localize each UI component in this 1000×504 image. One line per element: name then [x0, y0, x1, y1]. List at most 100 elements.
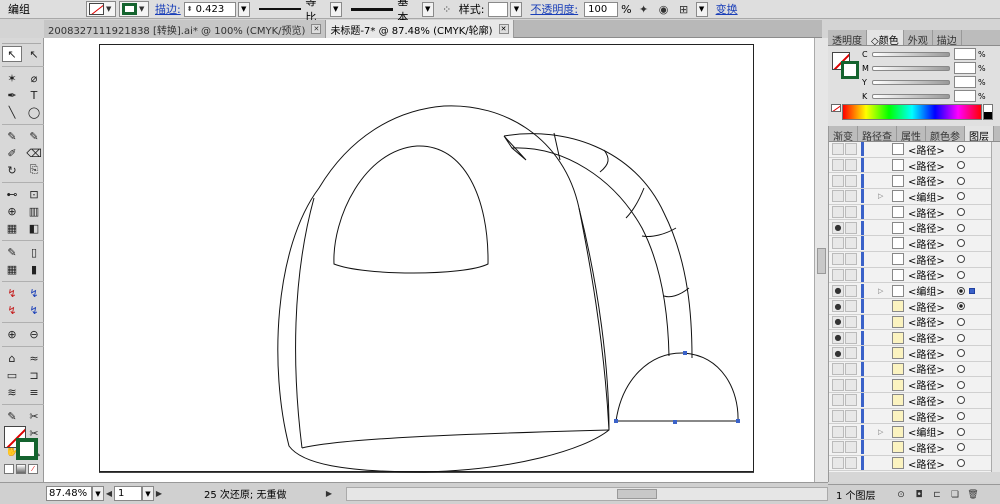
align-icon[interactable]: ⊞ [676, 2, 692, 17]
graphic-style-swatch[interactable] [488, 1, 509, 17]
tool-button[interactable]: ⊕ [2, 326, 22, 342]
lock-toggle[interactable] [845, 394, 857, 407]
tool-button[interactable]: ▯ [24, 244, 44, 260]
visibility-toggle[interactable] [832, 362, 844, 375]
profile-dropdown[interactable]: ▼ [329, 1, 342, 17]
expand-triangle-icon[interactable]: ▷ [878, 428, 888, 436]
target-circle-icon[interactable] [957, 161, 965, 170]
scroll-thumb[interactable] [617, 488, 657, 499]
lock-toggle[interactable] [845, 206, 857, 219]
document-tab-1[interactable]: 2008327111921838 [转换].ai* @ 100% (CMYK/预… [44, 20, 327, 38]
new-sublayer-icon[interactable]: ⊏ [930, 488, 944, 502]
close-icon[interactable]: ✕ [498, 24, 509, 34]
lock-toggle[interactable] [845, 143, 857, 156]
layer-row[interactable]: ● <路径> [829, 314, 991, 331]
recolor-icon[interactable]: ✦ [636, 2, 652, 17]
tool-button[interactable]: ⊡ [24, 186, 44, 202]
fill-stroke-widget[interactable] [4, 426, 40, 460]
align-dropdown[interactable]: ▼ [695, 1, 708, 17]
visibility-toggle[interactable] [832, 441, 844, 454]
tool-button[interactable]: ▥ [24, 203, 44, 219]
anchor-point[interactable] [683, 351, 687, 355]
layer-row[interactable]: <路径> [829, 440, 991, 456]
tool-button[interactable]: ▮ [24, 261, 44, 277]
tool-button[interactable]: ↻ [2, 162, 22, 178]
target-circle-icon[interactable] [957, 286, 965, 295]
lock-toggle[interactable] [845, 347, 857, 360]
lock-toggle[interactable] [845, 457, 857, 470]
target-circle-icon[interactable] [957, 380, 965, 389]
layer-row[interactable]: <路径> [829, 205, 991, 221]
visibility-toggle[interactable] [832, 174, 844, 187]
lock-toggle[interactable] [845, 441, 857, 454]
layer-row[interactable]: ● <路径> [829, 346, 991, 362]
tool-button[interactable]: ⌫ [24, 145, 44, 161]
delete-icon[interactable]: 🗑 [966, 488, 980, 502]
tab-appearance[interactable]: 外观 [904, 30, 933, 47]
visibility-toggle[interactable] [832, 143, 844, 156]
visibility-toggle[interactable] [832, 457, 844, 470]
lock-toggle[interactable] [845, 331, 857, 344]
tool-button[interactable]: ◯ [24, 104, 44, 120]
target-circle-icon[interactable] [957, 333, 965, 342]
tool-button[interactable]: ✶ [2, 70, 22, 86]
stroke-color-button[interactable]: ▼ [119, 1, 149, 17]
stroke-green-icon[interactable] [841, 61, 859, 79]
first-page-icon[interactable]: ◀ [104, 486, 114, 501]
tool-button[interactable]: ↖ [2, 46, 22, 62]
layer-row[interactable]: <路径> [829, 267, 991, 284]
color-spectrum[interactable] [842, 104, 982, 120]
lock-toggle[interactable] [845, 284, 857, 297]
none-color-icon[interactable] [831, 104, 841, 112]
color-icon[interactable] [4, 464, 14, 474]
layer-row[interactable]: <路径> [829, 158, 991, 174]
visibility-toggle[interactable] [832, 410, 844, 423]
tool-button[interactable]: ✎ [24, 128, 44, 144]
opacity-link[interactable]: 不透明度: [530, 1, 578, 17]
tool-button[interactable]: ⊕ [2, 203, 22, 219]
visibility-toggle[interactable] [832, 378, 844, 391]
lock-toggle[interactable] [845, 159, 857, 172]
zoom-field[interactable]: 87.48% [46, 486, 92, 501]
status-menu-icon[interactable]: ▶ [324, 486, 334, 501]
transform-link[interactable]: 变换 [716, 1, 738, 17]
stroke-weight-dropdown[interactable]: ▼ [237, 1, 250, 17]
brush-dropdown[interactable]: ▼ [421, 1, 434, 17]
gradient-icon[interactable] [16, 464, 26, 474]
tool-button[interactable]: ⌂ [2, 350, 22, 366]
none-icon[interactable]: ⁄ [28, 464, 38, 474]
eye-icon[interactable]: ● [832, 284, 844, 297]
spinner-icon[interactable]: ⬍ [187, 5, 193, 13]
black-slider[interactable] [872, 93, 950, 99]
brush-definition[interactable]: 基本 [347, 0, 419, 24]
eye-icon[interactable]: ● [832, 300, 844, 313]
visibility-toggle[interactable] [832, 394, 844, 407]
clipping-mask-icon[interactable]: ◘ [912, 488, 926, 502]
layer-row[interactable]: ● <路径> [829, 299, 991, 315]
target-circle-icon[interactable] [957, 223, 965, 232]
cyan-value[interactable] [954, 48, 976, 60]
tool-button[interactable]: ↖ [24, 46, 44, 62]
tool-button[interactable]: ⊷ [2, 186, 22, 202]
fill-color-button[interactable]: ▼ [86, 1, 116, 17]
layer-row[interactable]: <路径> [829, 377, 991, 393]
lock-toggle[interactable] [845, 237, 857, 250]
scroll-thumb[interactable] [817, 248, 826, 274]
eye-icon[interactable]: ● [832, 331, 844, 344]
magenta-value[interactable] [954, 62, 976, 74]
tool-button[interactable]: ↯ [2, 302, 22, 318]
target-circle-icon[interactable] [957, 270, 965, 279]
visibility-toggle[interactable] [832, 425, 844, 438]
stroke-green-icon[interactable] [16, 438, 38, 460]
layer-row[interactable]: ▷ <编组> [829, 189, 991, 205]
close-icon[interactable]: ✕ [311, 24, 322, 34]
artboard-canvas[interactable] [44, 38, 814, 482]
lock-toggle[interactable] [845, 300, 857, 313]
tool-button[interactable]: T [24, 87, 44, 103]
tab-pathfinder[interactable]: 路径查 [858, 126, 897, 143]
next-page-icon[interactable]: ▶ [154, 486, 164, 501]
layer-row[interactable]: ● <路径> [829, 330, 991, 346]
lock-toggle[interactable] [845, 362, 857, 375]
tool-button[interactable]: ◧ [24, 220, 44, 236]
tool-button[interactable]: ✎ [2, 408, 22, 424]
